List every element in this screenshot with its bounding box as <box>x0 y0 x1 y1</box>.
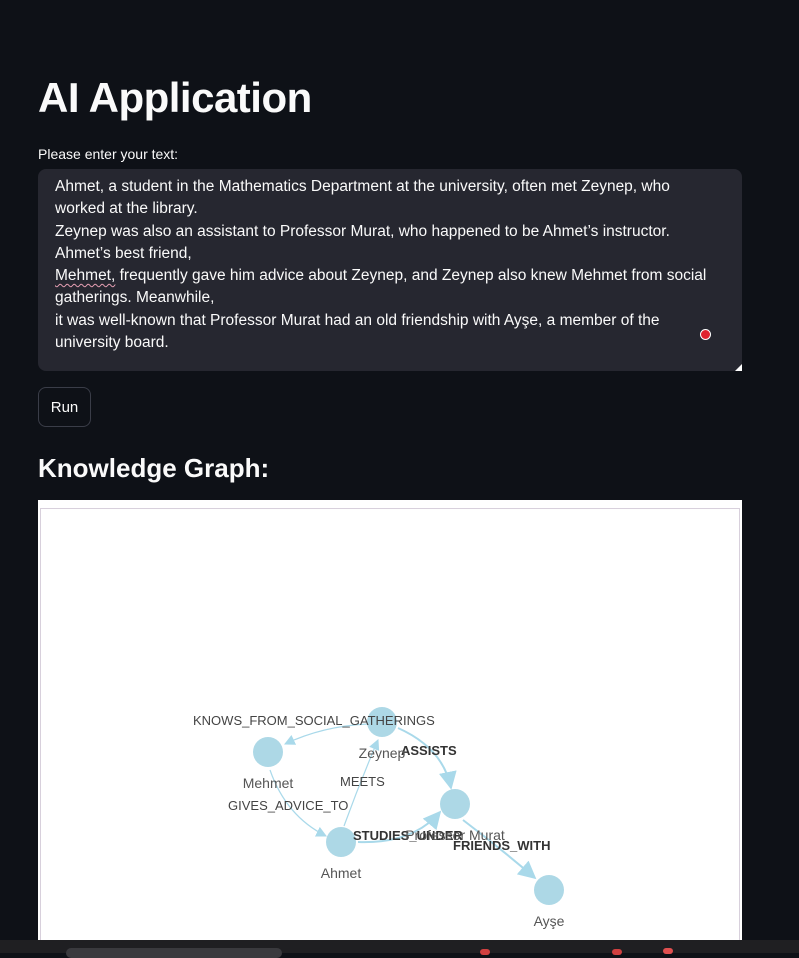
text-line: Zeynep was also an assistant to Professo… <box>55 222 670 262</box>
taskbar-app-icon[interactable] <box>612 949 622 955</box>
graph-node-mehmet[interactable] <box>253 737 283 767</box>
run-button[interactable]: Run <box>38 387 91 427</box>
graph-edge-label: MEETS <box>340 774 385 789</box>
page-title: AI Application <box>38 74 312 121</box>
text-line: Mehmet, frequently gave him advice about… <box>55 265 712 310</box>
taskbar-search-box[interactable] <box>66 948 282 958</box>
graph-labels: KNOWS_FROM_SOCIAL_GATHERINGS ASSISTS GIVES… <box>193 713 565 929</box>
graph-node-murat[interactable] <box>440 789 470 819</box>
knowledge-graph-heading: Knowledge Graph: <box>38 453 270 483</box>
notification-badge-icon[interactable] <box>663 948 673 954</box>
graph-node-ahmet[interactable] <box>326 827 356 857</box>
text-input-label: Please enter your text: <box>38 146 179 162</box>
graph-edge-label: GIVES_ADVICE_TO <box>228 798 348 813</box>
graph-edge-label: ASSISTS <box>401 743 457 758</box>
os-taskbar <box>0 940 799 958</box>
text-line-rest: frequently gave him advice about Zeynep,… <box>55 267 707 307</box>
taskbar-app-icon[interactable] <box>480 949 490 955</box>
text-line: it was well-known that Professor Murat h… <box>55 311 660 352</box>
graph-node-label: Ahmet <box>321 865 362 881</box>
recording-dot-icon <box>700 329 711 340</box>
text-input-area[interactable]: Ahmet, a student in the Mathematics Depa… <box>38 169 742 371</box>
graph-edge-zeynep-murat <box>397 727 457 790</box>
graph-node-label: Mehmet <box>243 775 294 791</box>
resize-handle-icon[interactable] <box>735 364 742 371</box>
knowledge-graph-canvas[interactable]: KNOWS_FROM_SOCIAL_GATHERINGS ASSISTS GIVES… <box>38 500 742 953</box>
knowledge-graph-svg: KNOWS_FROM_SOCIAL_GATHERINGS ASSISTS GIVES… <box>193 707 565 929</box>
graph-node-ayse[interactable] <box>534 875 564 905</box>
graph-node-label: Ayşe <box>534 913 565 929</box>
text-line: Ahmet, a student in the Mathematics Depa… <box>55 178 670 218</box>
graph-node-label: Professor Murat <box>405 827 505 843</box>
graph-node-label: Zeynep <box>359 745 406 761</box>
misspelled-word: Mehmet, <box>55 267 116 285</box>
graph-edge-label: KNOWS_FROM_SOCIAL_GATHERINGS <box>193 713 435 728</box>
